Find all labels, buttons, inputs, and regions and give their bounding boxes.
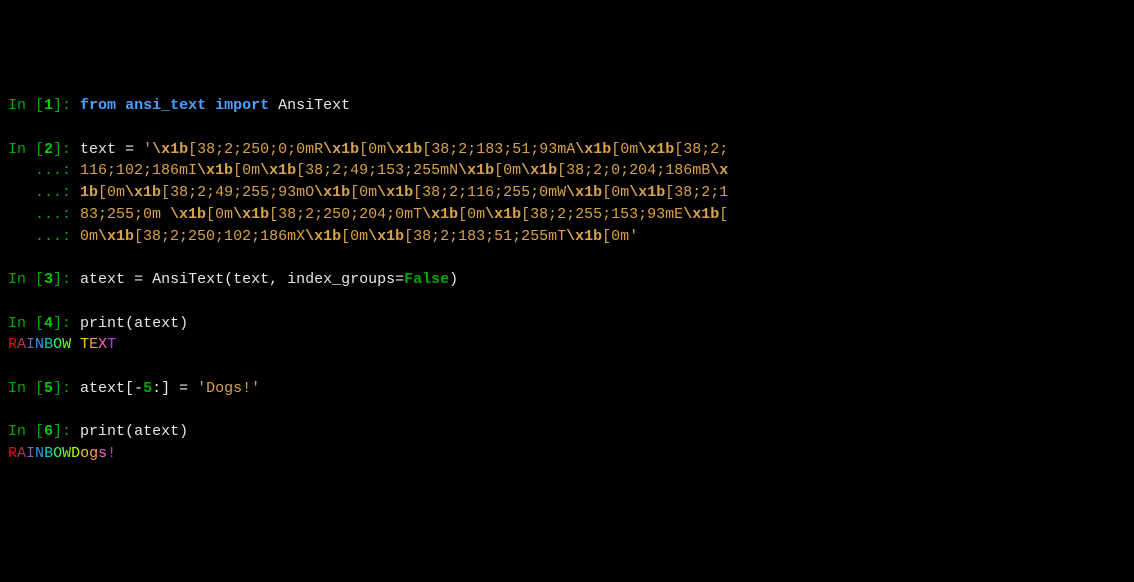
char-x: X [98, 336, 107, 353]
kw-import: import [215, 97, 269, 114]
call: AnsiText(text, index_groups [152, 271, 395, 288]
string-literal: 'Dogs!' [197, 380, 260, 397]
char-i: I [26, 445, 35, 462]
char-w: W [62, 336, 71, 353]
char-d: D [71, 445, 80, 462]
call-print: print [80, 423, 125, 440]
prompt-cont: ...: [8, 228, 80, 245]
call-print: print [80, 315, 125, 332]
prompt-in: In [1]: [8, 97, 80, 114]
var: atext [80, 271, 134, 288]
string-literal: ' [143, 141, 152, 158]
output-rainbow-dogs: RAINBOWDogs! [8, 445, 116, 462]
char-n: N [35, 445, 44, 462]
prompt-cont: ...: [8, 162, 80, 179]
char-a: A [17, 336, 26, 353]
char-sp [71, 336, 80, 353]
char-n: N [35, 336, 44, 353]
prompt-in: In [3]: [8, 271, 80, 288]
var: atext[ [80, 380, 134, 397]
char-s: s [98, 445, 107, 462]
char-i: I [26, 336, 35, 353]
escape-seq: \x1b [152, 141, 188, 158]
output-rainbow: RAINBOW TEXT [8, 336, 116, 353]
module-name: ansi_text [125, 97, 206, 114]
var: text [80, 141, 125, 158]
prompt-cont: ...: [8, 184, 80, 201]
prompt-cont: ...: [8, 206, 80, 223]
char-b: B [44, 336, 53, 353]
char-r: R [8, 336, 17, 353]
prompt-in: In [4]: [8, 315, 80, 332]
char-o: O [53, 336, 62, 353]
char-t: T [80, 336, 89, 353]
prompt-in: In [2]: [8, 141, 80, 158]
class-name: AnsiText [278, 97, 350, 114]
char-g: g [89, 445, 98, 462]
char-o: O [53, 445, 62, 462]
char-bang: ! [107, 445, 116, 462]
prompt-in: In [5]: [8, 380, 80, 397]
char-t2: T [107, 336, 116, 353]
char-r: R [8, 445, 17, 462]
char-w: W [62, 445, 71, 462]
prompt-in: In [6]: [8, 423, 80, 440]
char-e: E [89, 336, 98, 353]
char-b: B [44, 445, 53, 462]
kw-false: False [404, 271, 449, 288]
char-a: A [17, 445, 26, 462]
terminal-output: In [1]: from ansi_text import AnsiText I… [8, 95, 1126, 465]
kw-from: from [80, 97, 116, 114]
char-o2: o [80, 445, 89, 462]
